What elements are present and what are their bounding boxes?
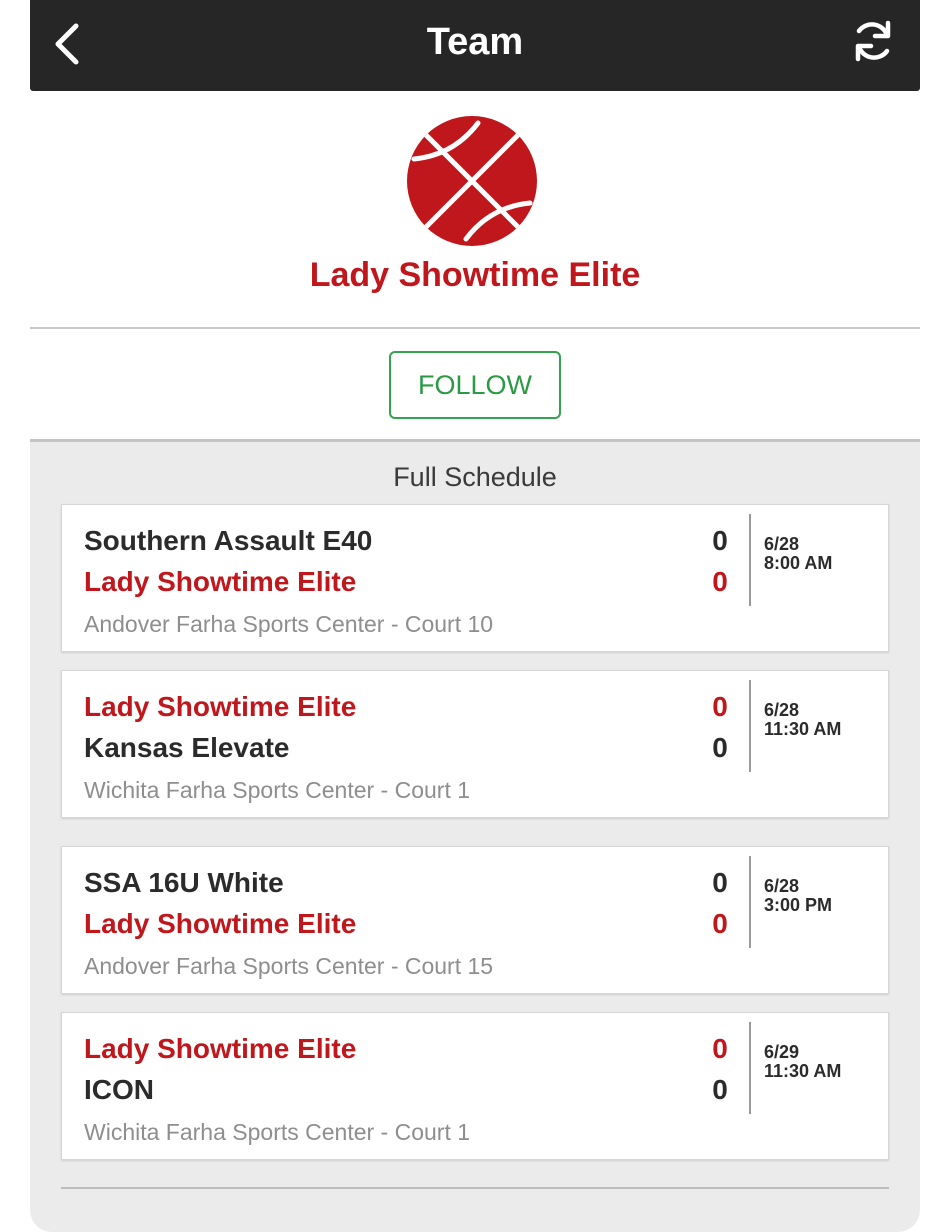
game-time: 8:00 AM: [764, 553, 833, 573]
basketball-icon: [407, 116, 537, 246]
game-venue: Wichita Farha Sports Center - Court 1: [84, 777, 471, 803]
follow-button[interactable]: FOLLOW: [389, 351, 561, 419]
game-datetime: 6/29 11:30 AM: [764, 1043, 841, 1081]
team1-name: Lady Showtime Elite: [84, 1033, 357, 1064]
divider: [749, 856, 751, 948]
game-card[interactable]: SSA 16U White 0 Lady Showtime Elite 0 6/…: [61, 846, 889, 994]
game-card[interactable]: Southern Assault E40 0 Lady Showtime Eli…: [61, 504, 889, 652]
schedule-title: Full Schedule: [393, 462, 557, 492]
divider: [749, 1022, 751, 1114]
divider: [61, 1187, 889, 1189]
game-time: 11:30 AM: [764, 719, 842, 739]
team2-name: ICON: [84, 1074, 154, 1105]
game-date: 6/28: [764, 700, 800, 720]
team2-name: Kansas Elevate: [84, 732, 290, 763]
team1-score: 0: [712, 691, 728, 722]
game-card[interactable]: Lady Showtime Elite 0 ICON 0 6/29 11:30 …: [61, 1012, 889, 1160]
game-venue: Andover Farha Sports Center - Court 15: [84, 953, 494, 979]
game-venue: Andover Farha Sports Center - Court 10: [84, 611, 494, 637]
team2-name: Lady Showtime Elite: [84, 566, 357, 597]
divider: [30, 327, 920, 329]
game-venue: Wichita Farha Sports Center - Court 1: [84, 1119, 471, 1145]
schedule-section: Full Schedule Southern Assault E40 0 Lad…: [30, 439, 920, 1232]
divider: [749, 514, 751, 606]
team-name: Lady Showtime Elite: [309, 256, 641, 294]
page-title: Team: [426, 21, 524, 63]
refresh-icon[interactable]: [850, 18, 896, 64]
team1-score: 0: [712, 525, 728, 556]
team1-score: 0: [712, 1033, 728, 1064]
team-screen: Team Lady Showtime Elite FOLLOW Full Sch…: [30, 0, 920, 1232]
game-time: 11:30 AM: [764, 1061, 842, 1081]
game-datetime: 6/28 8:00 AM: [764, 535, 832, 573]
team2-score: 0: [712, 566, 728, 597]
game-date: 6/28: [764, 534, 800, 554]
game-time: 3:00 PM: [764, 895, 833, 915]
team2-score: 0: [712, 908, 728, 939]
team2-name: Lady Showtime Elite: [84, 908, 357, 939]
game-datetime: 6/28 11:30 AM: [764, 701, 841, 739]
game-datetime: 6/28 3:00 PM: [764, 877, 832, 915]
team1-name: Lady Showtime Elite: [84, 691, 357, 722]
team1-score: 0: [712, 867, 728, 898]
game-date: 6/29: [764, 1042, 800, 1062]
team1-name: Southern Assault E40: [84, 525, 373, 556]
team2-score: 0: [712, 1074, 728, 1105]
divider: [749, 680, 751, 772]
team1-name: SSA 16U White: [84, 867, 284, 898]
game-date: 6/28: [764, 876, 800, 896]
game-card[interactable]: Lady Showtime Elite 0 Kansas Elevate 0 6…: [61, 670, 889, 818]
nav-bar: Team: [30, 0, 920, 91]
team2-score: 0: [712, 732, 728, 763]
